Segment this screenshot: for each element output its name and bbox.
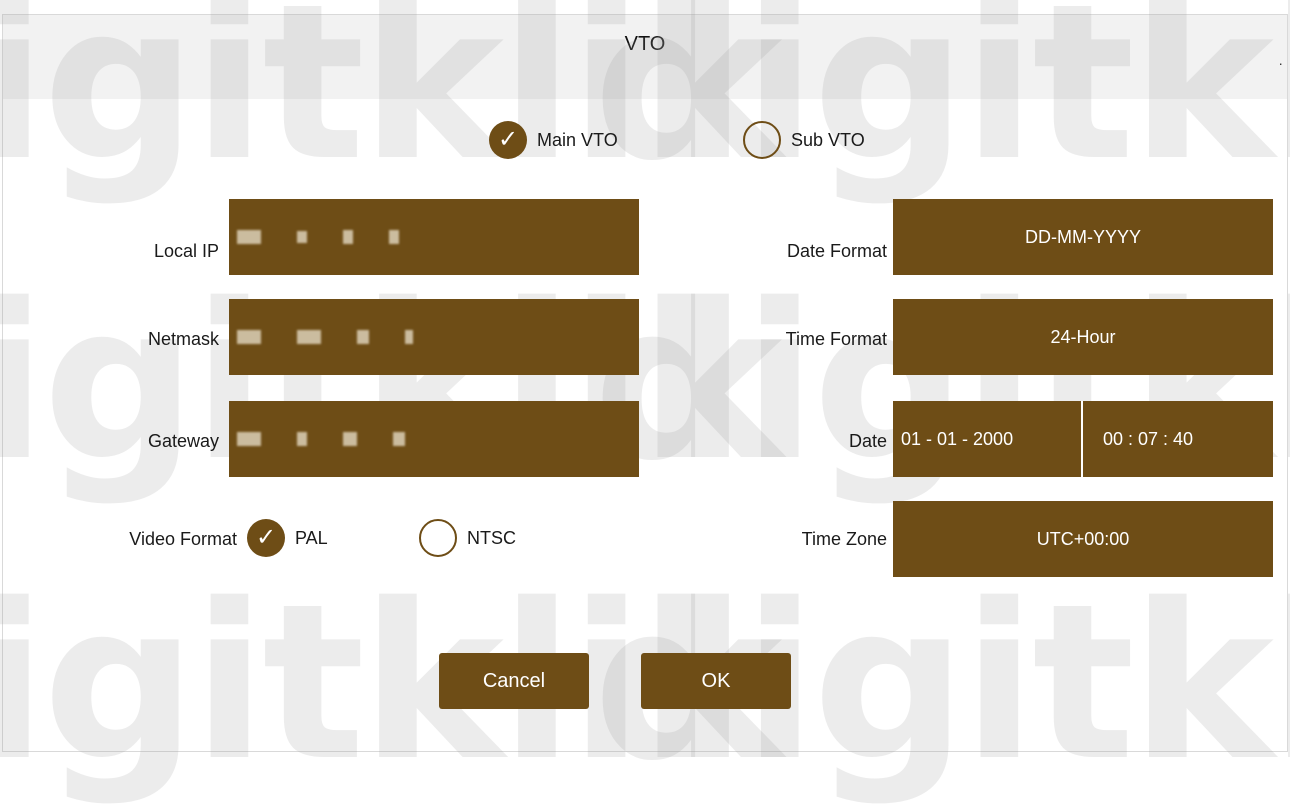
cancel-button[interactable]: Cancel — [439, 653, 589, 709]
date-time-field[interactable]: 01 - 01 - 2000 00 : 07 : 40 — [893, 401, 1273, 477]
netmask-label: Netmask — [147, 329, 219, 349]
check-icon: ✓ — [497, 126, 519, 153]
radio-label-sub-vto: Sub VTO — [791, 129, 865, 150]
time-zone-label: Time Zone — [801, 529, 887, 549]
blurred-ip — [229, 230, 399, 244]
date-format-select[interactable]: DD-MM-YYYY — [893, 199, 1273, 275]
time-format-select[interactable]: 24-Hour — [893, 299, 1273, 375]
radio-checked-pal[interactable]: ✓ — [247, 519, 285, 557]
radio-sub-vto[interactable]: Sub VTO — [743, 121, 865, 159]
date-input[interactable]: 01 - 01 - 2000 — [893, 401, 1083, 477]
check-icon: ✓ — [255, 524, 277, 551]
time-format-label: Time Format — [785, 329, 887, 349]
radio-circle-icon[interactable] — [419, 519, 457, 557]
time-zone-select[interactable]: UTC+00:00 — [893, 501, 1273, 577]
radio-checked-main-vto[interactable]: ✓ — [489, 121, 527, 159]
date-label: Date — [848, 431, 887, 451]
local-ip-label: Local IP — [153, 241, 219, 261]
date-format-label: Date Format — [786, 241, 887, 261]
radio-main-vto[interactable]: ✓ Main VTO — [489, 121, 618, 159]
radio-ntsc[interactable]: NTSC — [419, 519, 516, 557]
radio-label-ntsc: NTSC — [467, 527, 516, 548]
gateway-label: Gateway — [147, 431, 219, 451]
vto-dialog: VTO · igitklik digitklik igitklik digitk… — [0, 0, 1290, 790]
radio-label-main-vto: Main VTO — [537, 129, 618, 150]
radio-label-pal: PAL — [295, 527, 328, 548]
local-ip-field[interactable] — [229, 199, 639, 275]
blurred-gateway — [229, 432, 405, 446]
radio-pal[interactable]: ✓ PAL — [247, 519, 328, 557]
radio-circle-icon[interactable] — [743, 121, 781, 159]
time-input[interactable]: 00 : 07 : 40 — [1083, 401, 1193, 477]
gateway-field[interactable] — [229, 401, 639, 477]
ok-button[interactable]: OK — [641, 653, 791, 709]
netmask-field[interactable] — [229, 299, 639, 375]
blurred-netmask — [229, 330, 413, 344]
video-format-label: Video Format — [129, 529, 237, 549]
watermark: digitklik — [593, 0, 1290, 208]
